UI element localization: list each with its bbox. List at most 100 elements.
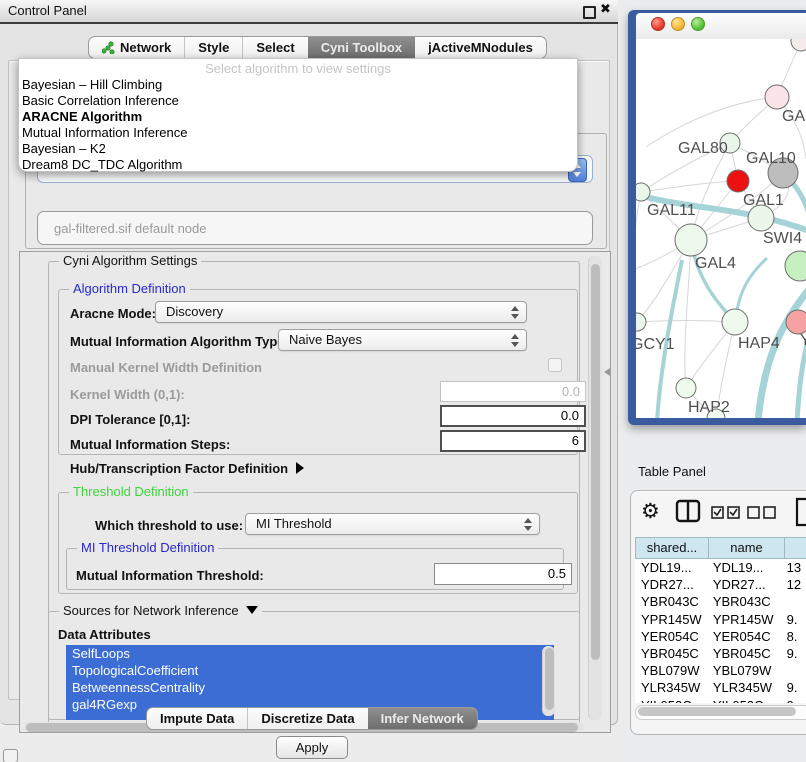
deselect-all-icon[interactable] — [747, 506, 777, 519]
tab-label: Discretize Data — [261, 708, 354, 729]
table-row[interactable]: YBR043CYBR043C — [635, 593, 806, 610]
dropdown-item[interactable]: Dream8 DC_TDC Algorithm — [19, 157, 577, 173]
column-header[interactable]: name — [709, 537, 785, 559]
close-traffic-light-icon[interactable] — [651, 17, 665, 31]
attribute-item[interactable]: TopologicalCoefficient — [66, 662, 554, 679]
column-header[interactable]: A — [785, 537, 806, 559]
table-horizontal-scrollbar[interactable] — [635, 705, 806, 720]
apply-button[interactable]: Apply — [276, 736, 348, 759]
table-row[interactable]: YDR27...YDR27...12 — [635, 576, 806, 593]
mi-steps-label: Mutual Information Steps: — [70, 437, 230, 452]
tab-infer-network[interactable]: Infer Network — [368, 708, 477, 729]
hub-definition-toggle[interactable]: Hub/Transcription Factor Definition — [70, 461, 304, 476]
zoom-traffic-light-icon[interactable] — [691, 17, 705, 31]
attributes-scrollbar[interactable] — [542, 646, 555, 716]
minimized-panel-icon[interactable] — [3, 749, 18, 762]
float-window-icon[interactable] — [583, 6, 596, 19]
dpi-tolerance-field[interactable]: 0.0 — [440, 405, 586, 427]
table-cell: 9. — [781, 611, 806, 628]
network-node[interactable] — [636, 313, 646, 331]
table-cell — [781, 593, 806, 610]
kernel-width-label: Kernel Width (0,1): — [70, 387, 185, 402]
close-icon[interactable]: ✖ — [600, 2, 611, 17]
attribute-item[interactable]: BetweennessCentrality — [66, 679, 554, 696]
table-cell: YDR27... — [635, 576, 707, 593]
group-title: Cyni Algorithm Settings — [59, 253, 201, 268]
tab-label: Network — [120, 37, 171, 58]
attribute-item[interactable]: SelfLoops — [66, 645, 554, 662]
mi-threshold-label: Mutual Information Threshold: — [76, 568, 264, 583]
tab-style[interactable]: Style — [184, 37, 242, 58]
threshold-definition-title: Threshold Definition — [69, 484, 193, 499]
mi-threshold-field[interactable]: 0.5 — [434, 563, 572, 585]
table-cell: 9. — [781, 679, 806, 696]
scrollbar-thumb[interactable] — [638, 707, 796, 716]
tab-label: jActiveMNodules — [428, 37, 533, 58]
column-header[interactable]: shared... — [635, 537, 709, 559]
network-node[interactable] — [786, 310, 806, 334]
network-node[interactable] — [785, 251, 806, 281]
tab-network[interactable]: Network — [89, 37, 184, 58]
network-node[interactable] — [636, 183, 650, 201]
table-cell: YLR345W — [707, 679, 781, 696]
tab-label: Select — [256, 37, 294, 58]
kernel-width-field[interactable]: 0.0 — [440, 381, 586, 402]
table-cell: YLR345W — [635, 679, 707, 696]
control-panel-titlebar: Control Panel ✖ — [0, 0, 618, 24]
network-edge[interactable] — [685, 240, 691, 388]
aracne-mode-select[interactable]: Discovery — [155, 301, 527, 323]
table-row[interactable]: YBR045CYBR045C9. — [635, 645, 806, 662]
table-row[interactable]: YPR145WYPR145W9. — [635, 611, 806, 628]
tab-jactivemnodules[interactable]: jActiveMNodules — [415, 37, 546, 58]
table-cell: YPR145W — [707, 611, 781, 628]
manual-kernel-checkbox[interactable] — [548, 358, 562, 372]
dropdown-item[interactable]: Mutual Information Inference — [19, 125, 577, 141]
mi-type-select[interactable]: Naive Bayes — [278, 329, 527, 351]
network-node[interactable] — [727, 170, 749, 192]
algorithm-definition-title: Algorithm Definition — [69, 281, 190, 296]
scrollbar-thumb[interactable] — [545, 648, 554, 710]
which-threshold-select[interactable]: MI Threshold — [245, 513, 540, 535]
sources-toggle[interactable]: Sources for Network Inference — [59, 603, 262, 618]
network-canvas[interactable]: GALGAL80GAL10GAL1GAL11SWI4GAL4GCY1HAP4YH… — [636, 39, 806, 418]
settings-vertical-scrollbar[interactable] — [588, 256, 602, 720]
dropdown-item[interactable]: ARACNE Algorithm — [19, 109, 577, 125]
which-threshold-value: MI Threshold — [256, 516, 332, 531]
table-row[interactable]: YDL19...YDL19...13 — [635, 559, 806, 576]
algorithm-dropdown-open: Select algorithm to view settings Bayesi… — [18, 58, 578, 172]
network-window-titlebar[interactable] — [636, 13, 806, 40]
table-row[interactable]: YIL052CYIL052C9. — [635, 697, 806, 704]
table-cell: YDL19... — [635, 559, 707, 576]
dropdown-item[interactable]: Bayesian – K2 — [19, 141, 577, 157]
table-cell: YBL079W — [707, 662, 781, 679]
network-node[interactable] — [722, 309, 748, 335]
minimize-traffic-light-icon[interactable] — [671, 17, 685, 31]
select-all-icon[interactable] — [711, 506, 741, 519]
tab-select[interactable]: Select — [242, 37, 307, 58]
split-columns-icon[interactable] — [675, 499, 701, 524]
tab-discretize-data[interactable]: Discretize Data — [247, 708, 367, 729]
dropdown-item[interactable]: Bayesian – Hill Climbing — [19, 77, 577, 93]
panel-splitter-arrow-icon[interactable] — [604, 368, 610, 376]
node-label: HAP2 — [688, 399, 730, 416]
node-label: GAL80 — [678, 140, 728, 157]
scrollbar-thumb[interactable] — [591, 264, 600, 660]
tab-impute-data[interactable]: Impute Data — [147, 708, 247, 729]
stepper-icon — [524, 517, 533, 532]
data-attributes-label: Data Attributes — [58, 627, 151, 642]
network-node[interactable] — [765, 85, 789, 109]
gear-icon[interactable]: ⚙ — [641, 499, 660, 523]
table-cell: YDR27... — [707, 576, 781, 593]
import-table-icon[interactable] — [794, 497, 806, 527]
table-row[interactable]: YBL079WYBL079W — [635, 662, 806, 679]
tab-cyni-toolbox[interactable]: Cyni Toolbox — [308, 37, 415, 58]
network-node[interactable] — [791, 39, 806, 51]
table-selector-combo[interactable]: gal-filtered.sif default node — [37, 211, 593, 245]
node-label: GAL11 — [647, 202, 696, 219]
network-node[interactable] — [676, 378, 696, 398]
dropdown-item[interactable]: Basic Correlation Inference — [19, 93, 577, 109]
network-node[interactable] — [675, 224, 707, 256]
mi-steps-field[interactable]: 6 — [440, 430, 586, 452]
table-row[interactable]: YLR345WYLR345W9. — [635, 679, 806, 696]
table-row[interactable]: YER054CYER054C8. — [635, 628, 806, 645]
